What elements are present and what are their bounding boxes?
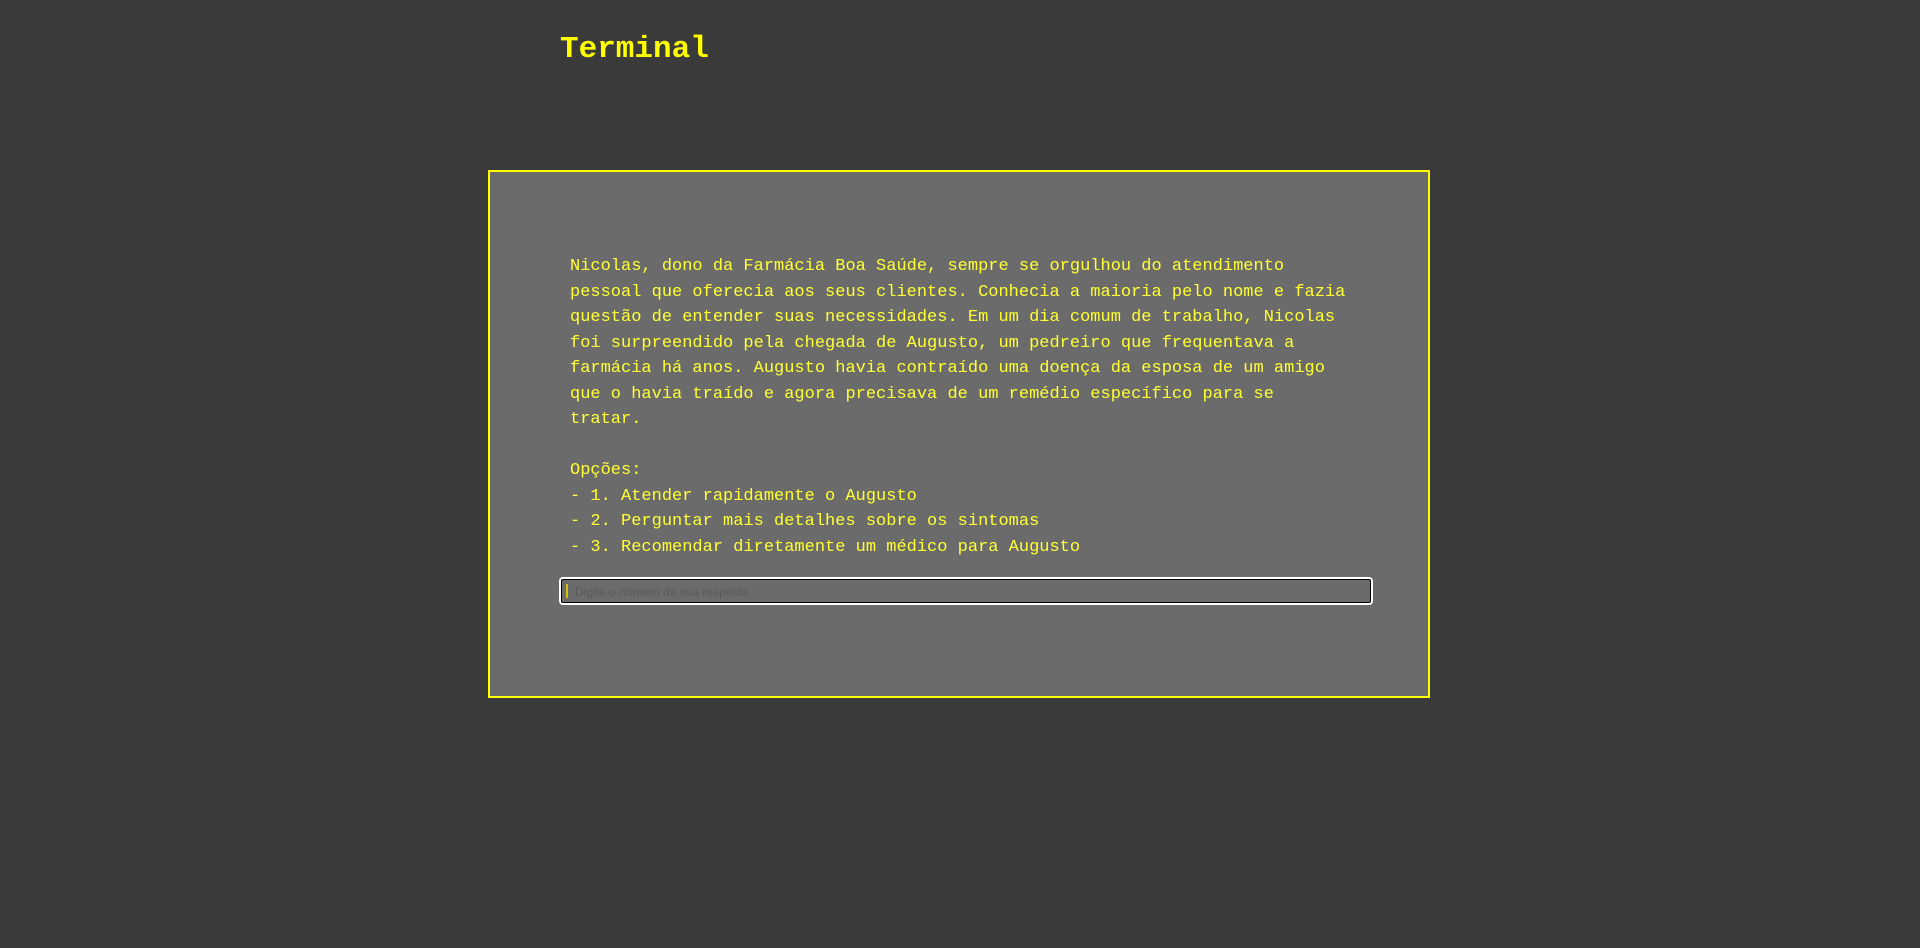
options-heading: Opções:: [570, 461, 642, 480]
page-title: Terminal: [560, 32, 709, 67]
story-text: Nicolas, dono da Farmácia Boa Saúde, sem…: [570, 257, 1346, 429]
options-list: Opções: - 1. Atender rapidamente o Augus…: [570, 458, 1360, 560]
text-caret: [566, 584, 568, 598]
option-item-1: - 1. Atender rapidamente o Augusto: [570, 486, 917, 506]
terminal-panel: Nicolas, dono da Farmácia Boa Saúde, sem…: [488, 170, 1430, 698]
option-item-3: - 3. Recomendar diretamente um médico pa…: [570, 537, 1081, 557]
answer-input[interactable]: [559, 577, 1373, 605]
option-item-2: - 2. Perguntar mais detalhes sobre os si…: [570, 512, 1040, 531]
